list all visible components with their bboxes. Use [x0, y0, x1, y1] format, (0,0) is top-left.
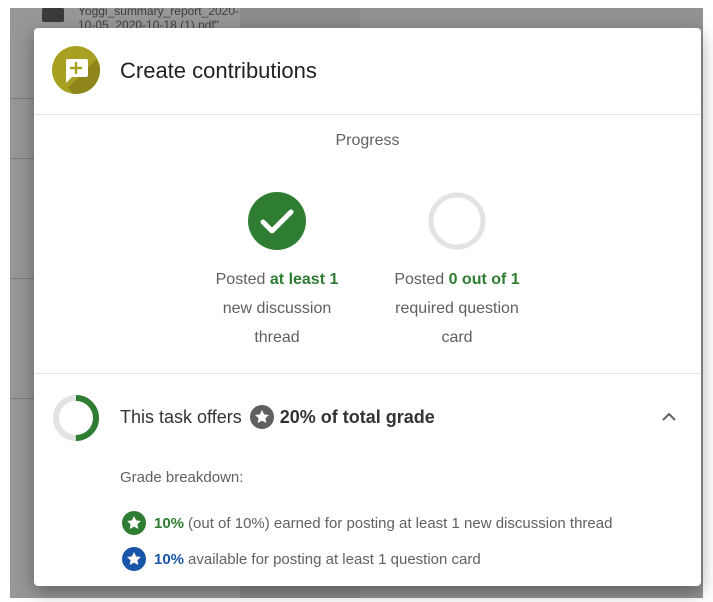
grade-summary: This task offers 20% of total grade	[120, 405, 435, 429]
grade-summary-prefix: This task offers	[120, 406, 242, 427]
blue-star-badge-icon	[122, 547, 146, 571]
create-contributions-dialog: Create contributions Progress Posted at …	[34, 28, 701, 586]
grade-value: 20% of total grade	[279, 406, 435, 427]
dialog-header: Create contributions	[34, 28, 701, 115]
chevron-up-icon[interactable]	[661, 412, 677, 422]
progress-item-text: Posted at least 1 new discussion thread	[215, 271, 339, 346]
grade-progress-ring	[53, 395, 99, 441]
empty-circle-icon	[428, 192, 486, 250]
progress-item-question-card: Posted 0 out of 1 required question card	[367, 191, 547, 352]
file-icon	[42, 8, 64, 22]
green-star-badge-icon	[122, 511, 146, 535]
grade-row-text: (out of 10%) earned for posting at least…	[188, 514, 613, 532]
grade-row-percent: 10%	[154, 550, 185, 568]
grade-row-text: available for posting at least 1 questio…	[188, 550, 481, 568]
grade-section: This task offers 20% of total grade Grad…	[34, 374, 701, 584]
dialog-title: Create contributions	[120, 58, 317, 83]
star-badge-icon	[249, 405, 274, 429]
check-circle-icon	[248, 192, 306, 250]
grade-breakdown-row: 10% (out of 10%) earned for posting at l…	[122, 511, 612, 535]
grade-breakdown-row: 10% available for posting at least 1 que…	[122, 547, 481, 571]
progress-item-text: Posted 0 out of 1 required question card	[394, 271, 520, 346]
add-comment-icon	[52, 46, 100, 94]
grade-row-percent: 10%	[154, 514, 185, 532]
progress-section: Progress Posted at least 1 new discussio…	[34, 115, 701, 374]
progress-item-discussion-thread: Posted at least 1 new discussion thread	[187, 191, 367, 352]
progress-label: Progress	[335, 132, 400, 149]
grade-breakdown-label: Grade breakdown:	[120, 469, 244, 486]
